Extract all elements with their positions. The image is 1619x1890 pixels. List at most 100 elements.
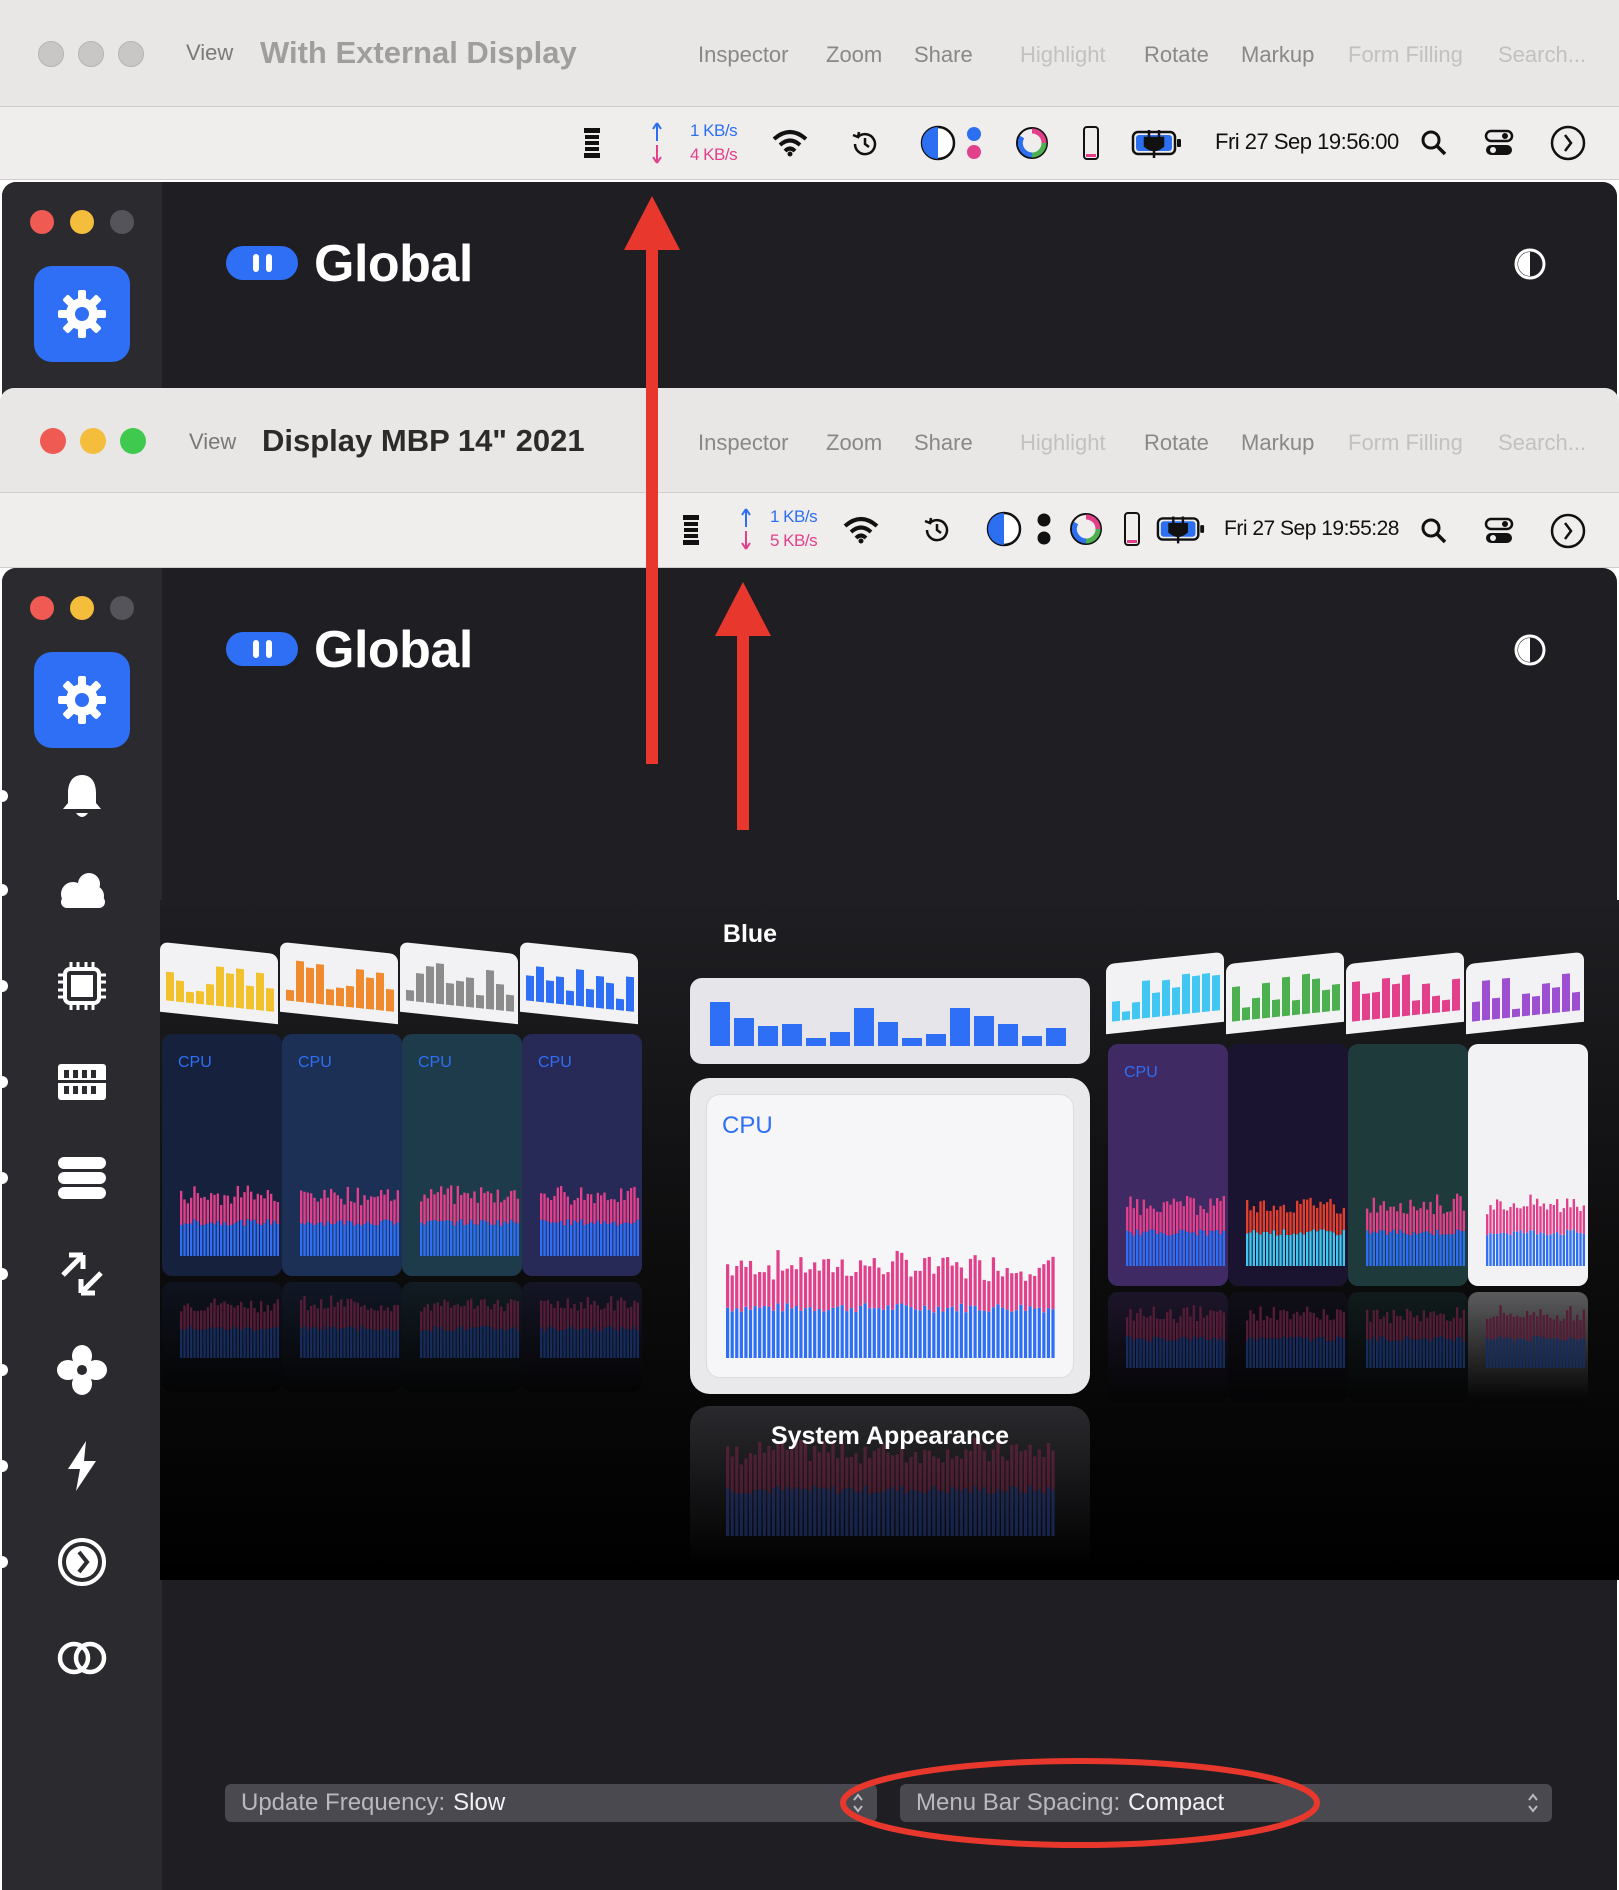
view-menu[interactable]: View	[186, 40, 233, 66]
toolbar-highlight[interactable]: Highlight	[1020, 430, 1106, 456]
theme-card-reflection	[522, 1282, 642, 1392]
close-button[interactable]	[38, 41, 64, 67]
cloud-icon[interactable]	[50, 858, 114, 922]
appearance-toggle-icon[interactable]	[1512, 632, 1548, 668]
toolbar-search[interactable]: Search...	[1498, 430, 1586, 456]
theme-preview-bars[interactable]	[690, 978, 1090, 1064]
theme-card-reflection-bar	[506, 1329, 509, 1358]
toolbar-search[interactable]: Search...	[1498, 42, 1586, 68]
theme-card[interactable]: CPU	[162, 1034, 282, 1276]
toolbar-rotate[interactable]: Rotate	[1144, 430, 1209, 456]
fan-icon[interactable]	[50, 1338, 114, 1402]
theme-card[interactable]: CPU	[522, 1034, 642, 1276]
gpu-dots-icon[interactable]	[1034, 509, 1054, 549]
gpu-dots-icon[interactable]	[962, 123, 986, 163]
zoom-button[interactable]	[120, 428, 146, 454]
toolbar-highlight[interactable]: Highlight	[1020, 42, 1106, 68]
control-center-icon[interactable]	[1482, 127, 1516, 159]
app-close-button[interactable]	[30, 210, 54, 234]
view-menu[interactable]: View	[189, 429, 236, 455]
sidebar-item-global[interactable]	[34, 266, 130, 362]
zoom-button[interactable]	[118, 41, 144, 67]
appearance-toggle-icon[interactable]	[1512, 246, 1548, 282]
wifi-icon[interactable]	[770, 127, 810, 159]
memory-ring-icon[interactable]	[1012, 123, 1052, 163]
search-icon[interactable]	[1418, 127, 1450, 159]
theme-card-reflection-bar	[456, 1304, 459, 1328]
theme-card[interactable]	[1468, 1044, 1588, 1286]
bolt-icon[interactable]	[50, 1434, 114, 1498]
chip-icon[interactable]	[50, 954, 114, 1018]
battery-vertical-icon[interactable]	[1080, 123, 1102, 163]
global-toggle[interactable]	[226, 632, 298, 666]
theme-card-cpu-bar	[1129, 1196, 1132, 1233]
theme-card-bar	[426, 965, 434, 1004]
theme-card[interactable]: CPU	[402, 1034, 522, 1276]
close-button[interactable]	[40, 428, 66, 454]
toolbar-inspector[interactable]: Inspector	[698, 42, 789, 68]
battery-vertical-icon[interactable]	[1122, 509, 1142, 549]
app-close-button[interactable]	[30, 596, 54, 620]
clock-icon[interactable]	[50, 1530, 114, 1594]
toolbar-form-filling[interactable]: Form Filling	[1348, 430, 1463, 456]
theme-card[interactable]: CPU	[1108, 1044, 1228, 1286]
theme-card-bars-preview[interactable]	[1226, 951, 1344, 1035]
app-zoom-button[interactable]	[110, 596, 134, 620]
cpu-pie-icon[interactable]	[918, 123, 958, 163]
toolbar-share[interactable]: Share	[914, 42, 973, 68]
toolbar-share[interactable]: Share	[914, 430, 973, 456]
theme-card-reflection-bar	[383, 1310, 386, 1330]
time-machine-icon[interactable]	[848, 127, 882, 161]
minimize-button[interactable]	[80, 428, 106, 454]
charging-battery-icon[interactable]	[1156, 513, 1206, 545]
toolbar-rotate[interactable]: Rotate	[1144, 42, 1209, 68]
toolbar-zoom[interactable]: Zoom	[826, 42, 882, 68]
theme-card-reflection-bar	[1282, 1335, 1285, 1368]
selected-theme-card[interactable]: CPU	[690, 1078, 1090, 1394]
app-minimize-button[interactable]	[70, 596, 94, 620]
menubar-clock[interactable]: Fri 27 Sep 19:56:00	[1215, 129, 1399, 155]
charging-battery-icon[interactable]	[1130, 127, 1184, 159]
menubar-clock[interactable]: Fri 27 Sep 19:55:28	[1224, 517, 1399, 541]
memory-icon[interactable]	[50, 1050, 114, 1114]
search-icon[interactable]	[1418, 515, 1450, 547]
theme-card-bars-preview[interactable]	[400, 941, 518, 1025]
toolbar-inspector[interactable]: Inspector	[698, 430, 789, 456]
network-icon[interactable]	[50, 1242, 114, 1306]
theme-card-bars-preview[interactable]	[160, 941, 278, 1025]
menu-bar-spacing-select[interactable]: Menu Bar Spacing: Compact	[900, 1784, 1552, 1822]
memory-ring-icon[interactable]	[1066, 509, 1106, 549]
network-speed[interactable]: 1 KB/s 4 KB/s	[690, 119, 738, 167]
theme-card-bars-preview[interactable]	[1466, 951, 1584, 1035]
time-machine-icon[interactable]	[920, 513, 954, 547]
wifi-icon[interactable]	[842, 515, 880, 545]
bell-icon[interactable]	[50, 764, 114, 828]
theme-card[interactable]	[1348, 1044, 1468, 1286]
theme-card-bars-preview[interactable]	[1106, 951, 1224, 1035]
toolbar-markup[interactable]: Markup	[1241, 42, 1314, 68]
app-clock-icon[interactable]	[1548, 123, 1588, 163]
minimize-button[interactable]	[78, 41, 104, 67]
link-rings-icon[interactable]	[50, 1626, 114, 1690]
theme-card-bars-preview[interactable]	[1346, 951, 1464, 1035]
tower-icon[interactable]	[580, 125, 604, 161]
theme-card-bars-preview[interactable]	[520, 941, 638, 1025]
theme-card-reflection-bar	[216, 1305, 219, 1328]
toolbar-markup[interactable]: Markup	[1241, 430, 1314, 456]
theme-card-bars-preview[interactable]	[280, 941, 398, 1025]
network-speed[interactable]: 1 KB/s 5 KB/s	[770, 505, 818, 553]
app-minimize-button[interactable]	[70, 210, 94, 234]
theme-card[interactable]: CPU	[282, 1034, 402, 1276]
update-frequency-select[interactable]: Update Frequency: Slow	[225, 1784, 877, 1822]
control-center-icon[interactable]	[1482, 515, 1516, 547]
global-toggle[interactable]	[226, 246, 298, 280]
toolbar-form-filling[interactable]: Form Filling	[1348, 42, 1463, 68]
cpu-pie-icon[interactable]	[984, 509, 1024, 549]
app-zoom-button[interactable]	[110, 210, 134, 234]
app-clock-icon[interactable]	[1548, 511, 1588, 551]
toolbar-zoom[interactable]: Zoom	[826, 430, 882, 456]
tower-icon[interactable]	[680, 513, 702, 547]
disk-icon[interactable]	[50, 1146, 114, 1210]
sidebar-item-global[interactable]	[34, 652, 130, 748]
theme-card[interactable]	[1228, 1044, 1348, 1286]
